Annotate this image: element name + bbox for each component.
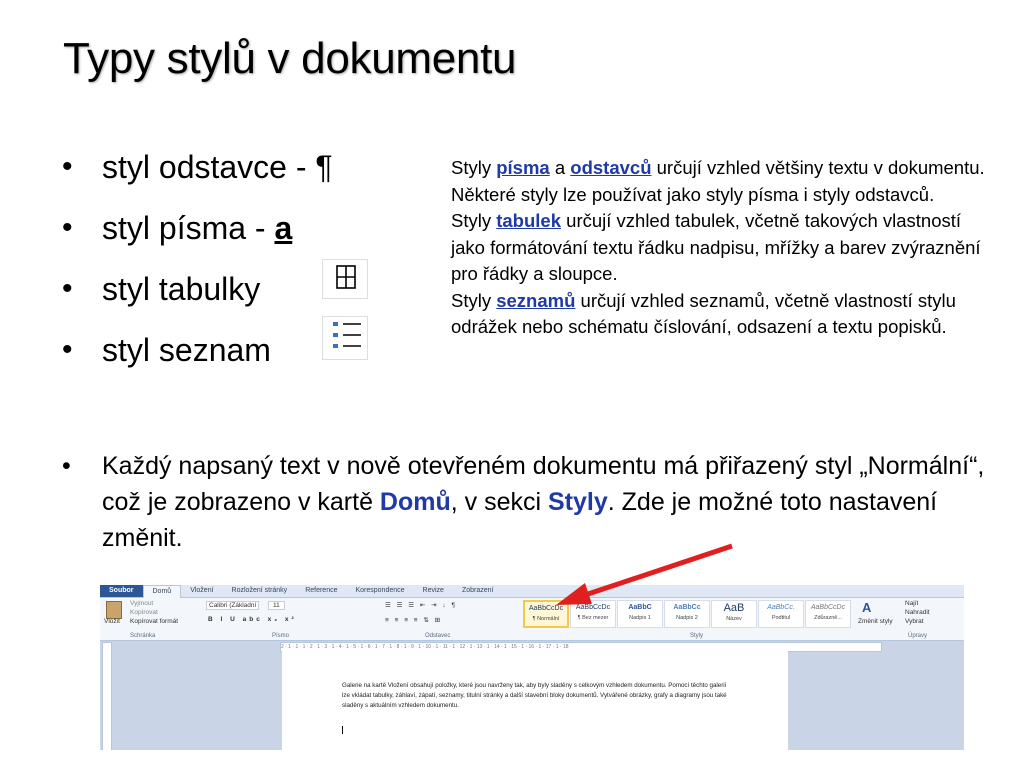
copy-button[interactable]: Kopírovat — [130, 609, 158, 616]
style-normal[interactable]: AaBbCcDc ¶ Normální — [523, 600, 569, 628]
font-format-buttons[interactable]: B I U abc x₂ x² — [208, 616, 297, 623]
tab-references[interactable]: Reference — [296, 585, 346, 597]
style-no-spacing[interactable]: AaBbCcDc ¶ Bez mezer — [570, 600, 616, 628]
tab-mailings[interactable]: Korespondence — [346, 585, 413, 597]
normal-style-note: Každý napsaný text v nově otevřeném doku… — [62, 448, 1002, 556]
paste-button[interactable]: Vložit — [104, 618, 120, 625]
home-ribbon: Vložit Vyjmout Kopírovat Kopírovat formá… — [100, 598, 964, 641]
paragraph-buttons[interactable]: ☰ ☰ ☰ ⇤ ⇥ ↓ ¶ — [385, 601, 457, 609]
paste-icon — [106, 601, 122, 619]
change-styles-icon: A — [862, 600, 872, 615]
home-tab-reference: Domů — [379, 488, 451, 516]
font-group-label: Písmo — [272, 633, 290, 639]
styles-section-reference: Styly — [548, 488, 608, 516]
styles-description: Styly písma a odstavců určují vzhled vět… — [451, 155, 996, 341]
word-screenshot: Soubor Domů Vložení Rozložení stránky Re… — [100, 585, 964, 750]
paragraph-table-styles: Styly tabulek určují vzhled tabulek, vče… — [451, 210, 981, 284]
tab-page-layout[interactable]: Rozložení stránky — [223, 585, 297, 597]
paragraph-group-label: Odstavec — [425, 633, 451, 639]
select-button[interactable]: Vybrat — [905, 618, 924, 625]
tab-home[interactable]: Domů — [142, 585, 182, 598]
slide-title: Typy stylů v dokumentu — [63, 34, 517, 83]
format-painter-button[interactable]: Kopírovat formát — [130, 618, 178, 625]
list-item-paragraph-style: styl odstavce - ¶ — [62, 142, 333, 203]
tab-review[interactable]: Revize — [414, 585, 453, 597]
editing-group-label: Úpravy — [908, 633, 928, 639]
tab-view[interactable]: Zobrazení — [453, 585, 503, 597]
style-title[interactable]: AaB Název — [711, 600, 757, 628]
styles-group-label: Styly — [690, 633, 704, 639]
style-heading-1[interactable]: AaBbC Nadpis 1 — [617, 600, 663, 628]
document-page[interactable]: Galerie na kartě Vložení obsahují položk… — [282, 651, 788, 750]
link-table-styles[interactable]: tabulek — [496, 210, 561, 231]
link-paragraph-styles[interactable]: odstavců — [570, 157, 651, 178]
clipboard-group-label: Schránka — [130, 633, 156, 639]
tab-insert[interactable]: Vložení — [181, 585, 222, 597]
font-name-select[interactable]: Calibri (Základní — [206, 601, 260, 610]
document-text: Galerie na kartě Vložení obsahují položk… — [342, 682, 727, 709]
table-style-icon — [322, 259, 368, 299]
style-heading-2[interactable]: AaBbCc Nadpis 2 — [664, 600, 710, 628]
replace-button[interactable]: Nahradit — [905, 609, 930, 616]
tab-file[interactable]: Soubor — [100, 585, 143, 597]
style-types-list: styl odstavce - ¶ styl písma - a styl ta… — [62, 142, 333, 386]
font-size-select[interactable]: 11 — [268, 601, 285, 610]
list-item-list-style: styl seznam — [62, 325, 333, 386]
cut-button[interactable]: Vyjmout — [130, 600, 153, 607]
link-list-styles[interactable]: seznamů — [496, 290, 575, 311]
ribbon-tabs: Soubor Domů Vložení Rozložení stránky Re… — [100, 585, 964, 598]
paragraph-list-styles: Styly seznamů určují vzhled seznamů, vče… — [451, 289, 956, 338]
pilcrow-icon: ¶ — [315, 149, 333, 185]
style-subtitle[interactable]: AaBbCc. Podtitul — [758, 600, 804, 628]
font-style-symbol: a — [274, 210, 293, 246]
paragraph-font-styles: Styly písma a odstavců určují vzhled vět… — [451, 157, 985, 205]
find-button[interactable]: Najít — [905, 600, 918, 607]
vertical-ruler — [102, 642, 112, 750]
link-font-styles[interactable]: písma — [496, 157, 549, 178]
list-item-table-style: styl tabulky — [62, 264, 333, 325]
list-style-icon — [322, 316, 368, 360]
change-styles-button[interactable]: Změnit styly — [858, 618, 893, 625]
list-item-font-style: styl písma - a — [62, 203, 333, 264]
text-cursor — [342, 726, 343, 734]
align-buttons[interactable]: ≡ ≡ ≡ ≡ ⇅ ⊞ — [385, 616, 442, 624]
style-emphasis[interactable]: AaBbCcDc Zdůrazně... — [805, 600, 851, 628]
